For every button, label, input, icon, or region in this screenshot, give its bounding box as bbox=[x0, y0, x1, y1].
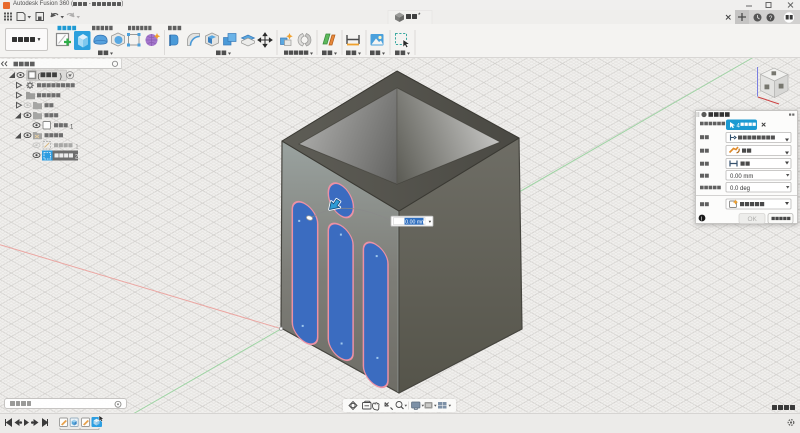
svg-text:1: 1 bbox=[75, 144, 79, 150]
svg-text:0.00 mm: 0.00 mm bbox=[730, 174, 753, 180]
svg-text:0.0 deg: 0.0 deg bbox=[730, 186, 750, 192]
svg-text:?: ? bbox=[769, 15, 773, 22]
svg-text:0.00 mm: 0.00 mm bbox=[405, 219, 425, 225]
svg-text:1: 1 bbox=[70, 124, 74, 130]
svg-text:i: i bbox=[701, 217, 702, 223]
svg-text:OK: OK bbox=[748, 216, 758, 223]
svg-text:): ) bbox=[60, 74, 62, 81]
svg-text:2: 2 bbox=[75, 155, 79, 161]
